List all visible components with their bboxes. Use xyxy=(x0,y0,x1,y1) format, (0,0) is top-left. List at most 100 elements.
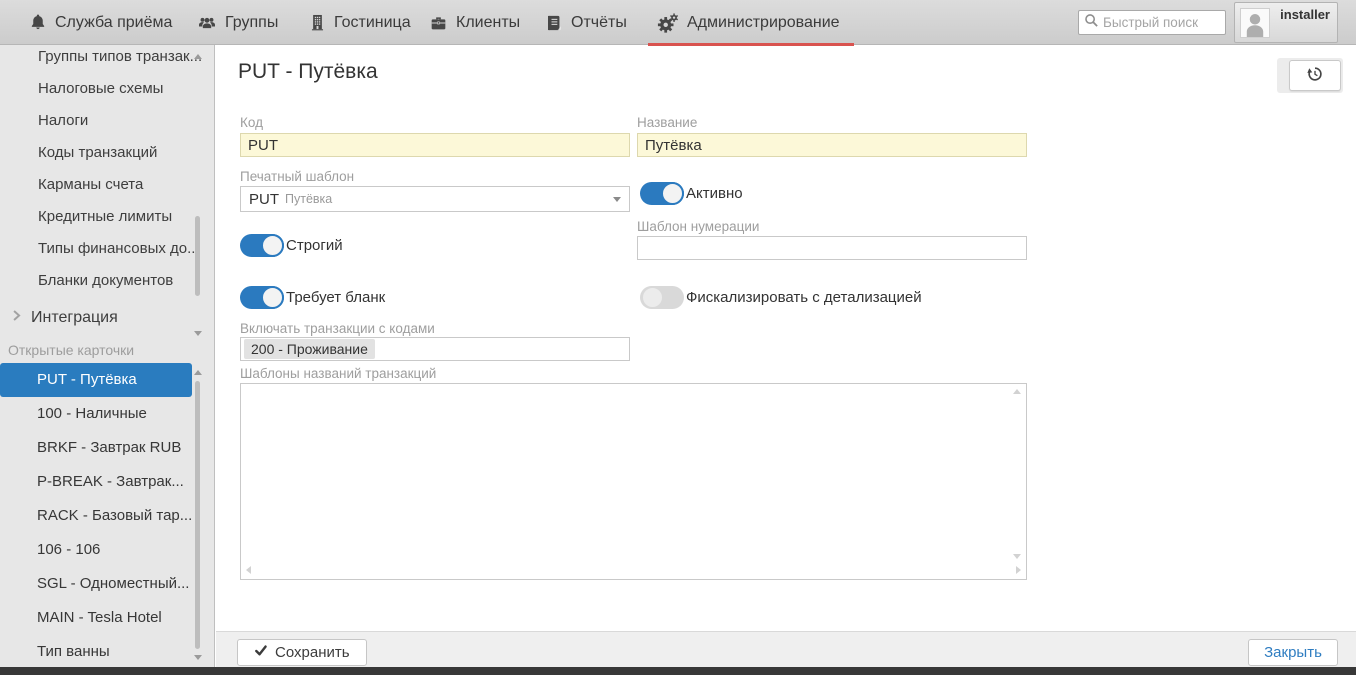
scroll-down-icon[interactable] xyxy=(194,331,202,336)
scroll-up-icon[interactable] xyxy=(1013,389,1021,394)
scrollbar-thumb[interactable] xyxy=(195,216,200,296)
nav-item-groups[interactable]: Группы xyxy=(196,0,278,45)
save-button-label: Сохранить xyxy=(275,644,350,661)
include-transactions-label: Включать транзакции с кодами xyxy=(240,321,435,336)
top-navigation: Служба приёма Группы Гостиница Клиенты О xyxy=(0,0,1356,46)
quick-search[interactable] xyxy=(1078,10,1226,35)
close-button-label: Закрыть xyxy=(1264,644,1322,661)
sidebar-item-financial-doc-types[interactable]: Типы финансовых до... xyxy=(0,233,214,265)
print-template-select[interactable]: PUT Путёвка xyxy=(240,186,630,212)
nav-item-label: Служба приёма xyxy=(55,13,173,31)
check-icon xyxy=(254,644,268,661)
page-title: PUT - Путёвка xyxy=(238,60,378,83)
scrollbar-thumb[interactable] xyxy=(195,381,200,649)
active-toggle-row: Активно xyxy=(640,182,743,205)
open-card-106[interactable]: 106 - 106 xyxy=(0,533,192,567)
scroll-down-icon[interactable] xyxy=(1013,554,1021,559)
open-card-put[interactable]: PUT - Путёвка xyxy=(0,363,192,397)
nav-item-label: Гостиница xyxy=(334,13,411,31)
open-cards-list: PUT - Путёвка 100 - Наличные BRKF - Завт… xyxy=(0,363,192,668)
close-button[interactable]: Закрыть xyxy=(1248,639,1338,666)
transaction-name-templates-textarea[interactable] xyxy=(240,383,1027,580)
numbering-template-input[interactable] xyxy=(637,236,1027,260)
sidebar-item-integration[interactable]: Интеграция xyxy=(0,303,192,333)
strict-toggle[interactable] xyxy=(240,234,284,257)
scroll-up-icon[interactable] xyxy=(194,370,202,375)
strict-toggle-label: Строгий xyxy=(286,237,343,254)
requires-form-toggle-label: Требует бланк xyxy=(286,289,386,306)
transaction-code-tag[interactable]: 200 - Проживание xyxy=(244,339,375,359)
history-icon xyxy=(1306,65,1324,86)
include-transactions-input[interactable]: 200 - Проживание xyxy=(240,337,630,361)
gears-icon xyxy=(656,12,680,34)
scroll-up-icon[interactable] xyxy=(194,54,202,59)
transaction-name-templates-label: Шаблоны названий транзакций xyxy=(240,366,437,381)
scroll-down-icon[interactable] xyxy=(194,655,202,660)
toggle-knob xyxy=(661,182,684,205)
open-card-pbreak[interactable]: P-BREAK - Завтрак... xyxy=(0,465,192,499)
active-toggle[interactable] xyxy=(640,182,684,205)
search-input[interactable] xyxy=(1103,15,1218,30)
sidebar-item-credit-limits[interactable]: Кредитные лимиты xyxy=(0,201,214,233)
sidebar-item-transaction-type-groups[interactable]: Группы типов транзак... xyxy=(0,45,214,73)
name-input[interactable] xyxy=(637,133,1027,157)
sidebar-item-account-pockets[interactable]: Карманы счета xyxy=(0,169,214,201)
nav-item-administration[interactable]: Администрирование xyxy=(648,0,854,46)
print-template-label: Печатный шаблон xyxy=(240,169,355,184)
card-editor: PUT - Путёвка Код Название Печатный шабл… xyxy=(216,45,1356,631)
sidebar-item-tax-schemes[interactable]: Налоговые схемы xyxy=(0,73,214,105)
nav-item-label: Клиенты xyxy=(456,13,521,31)
avatar xyxy=(1240,8,1270,38)
nav-item-label: Отчёты xyxy=(571,13,627,31)
open-card-main[interactable]: MAIN - Tesla Hotel xyxy=(0,601,192,635)
sidebar-item-taxes[interactable]: Налоги xyxy=(0,105,214,137)
nav-item-hotel[interactable]: Гостиница xyxy=(308,0,411,45)
requires-form-toggle[interactable] xyxy=(240,286,284,309)
bottom-strip xyxy=(0,667,1356,675)
sidebar-item-transaction-codes[interactable]: Коды транзакций xyxy=(0,137,214,169)
integration-label: Интеграция xyxy=(31,309,118,326)
active-toggle-label: Активно xyxy=(686,185,743,202)
selected-option-code: PUT xyxy=(249,190,279,208)
fiscalize-toggle-row: Фискализировать с детализацией xyxy=(640,286,922,309)
code-label: Код xyxy=(240,115,263,130)
building-icon xyxy=(308,12,327,33)
code-input[interactable] xyxy=(240,133,630,157)
sidebar-scrollbar-top[interactable] xyxy=(191,51,205,339)
history-button[interactable] xyxy=(1289,60,1341,91)
name-label: Название xyxy=(637,115,698,130)
requires-form-toggle-row: Требует бланк xyxy=(240,286,385,309)
fiscalize-toggle[interactable] xyxy=(640,286,684,309)
selected-option-name: Путёвка xyxy=(285,192,333,206)
sidebar-scrollbar-bottom[interactable] xyxy=(191,367,205,663)
open-card-bath-type[interactable]: Тип ванны xyxy=(0,635,192,668)
report-book-icon xyxy=(544,13,564,33)
nav-item-clients[interactable]: Клиенты xyxy=(428,0,520,45)
nav-item-front-desk[interactable]: Служба приёма xyxy=(28,0,172,45)
briefcase-icon xyxy=(428,13,449,33)
scroll-right-icon[interactable] xyxy=(1016,566,1021,574)
user-menu[interactable]: installer xyxy=(1234,2,1338,43)
toggle-knob xyxy=(261,286,284,309)
user-name: installer xyxy=(1280,7,1330,22)
toggle-knob xyxy=(641,286,664,309)
app-window: Служба приёма Группы Гостиница Клиенты О xyxy=(0,0,1356,675)
open-card-brkf[interactable]: BRKF - Завтрак RUB xyxy=(0,431,192,465)
scroll-left-icon[interactable] xyxy=(246,566,251,574)
save-button[interactable]: Сохранить xyxy=(237,639,367,666)
open-card-rack[interactable]: RACK - Базовый тар... xyxy=(0,499,192,533)
bell-icon xyxy=(28,12,48,33)
open-card-sgl[interactable]: SGL - Одноместный... xyxy=(0,567,192,601)
nav-item-reports[interactable]: Отчёты xyxy=(544,0,627,45)
sidebar-item-document-forms[interactable]: Бланки документов xyxy=(0,265,214,297)
nav-item-label: Группы xyxy=(225,13,279,31)
history-button-group xyxy=(1277,58,1343,93)
fiscalize-toggle-label: Фискализировать с детализацией xyxy=(686,289,922,306)
numbering-template-label: Шаблон нумерации xyxy=(637,219,760,234)
nav-item-label: Администрирование xyxy=(687,13,840,31)
strict-toggle-row: Строгий xyxy=(240,234,343,257)
sidebar: Группы типов транзак... Налоговые схемы … xyxy=(0,45,215,668)
footer-bar: Сохранить Закрыть xyxy=(216,631,1356,668)
open-card-100[interactable]: 100 - Наличные xyxy=(0,397,192,431)
search-icon xyxy=(1084,13,1099,33)
